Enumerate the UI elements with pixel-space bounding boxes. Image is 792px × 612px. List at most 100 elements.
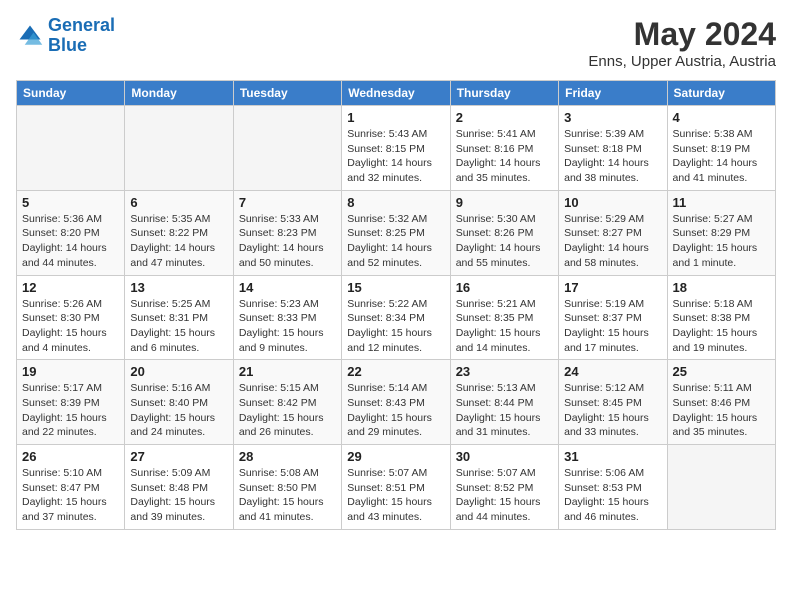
day-info: Sunrise: 5:19 AM Sunset: 8:37 PM Dayligh… <box>564 297 661 356</box>
logo-icon <box>16 22 44 50</box>
day-number: 29 <box>347 449 444 464</box>
calendar-cell: 28 Sunrise: 5:08 AM Sunset: 8:50 PM Dayli… <box>233 445 341 530</box>
calendar-cell: 29Sunrise: 5:07 AM Sunset: 8:51 PM Dayli… <box>342 445 450 530</box>
calendar-cell: 2Sunrise: 5:41 AM Sunset: 8:16 PM Daylig… <box>450 106 558 191</box>
day-info: Sunrise: 5:36 AM Sunset: 8:20 PM Dayligh… <box>22 212 119 271</box>
day-number: 10 <box>564 195 661 210</box>
calendar-cell: 6 Sunrise: 5:35 AM Sunset: 8:22 PM Daylig… <box>125 190 233 275</box>
day-number: 31 <box>564 449 661 464</box>
day-number: 13 <box>130 280 227 295</box>
day-info: Sunrise: 5:22 AM Sunset: 8:34 PM Dayligh… <box>347 297 444 356</box>
day-info: Sunrise: 5:16 AM Sunset: 8:40 PM Dayligh… <box>130 381 227 440</box>
calendar-cell: 13 Sunrise: 5:25 AM Sunset: 8:31 PM Dayli… <box>125 275 233 360</box>
day-number: 20 <box>130 364 227 379</box>
calendar-cell: 8Sunrise: 5:32 AM Sunset: 8:25 PM Daylig… <box>342 190 450 275</box>
day-info: Sunrise: 5:11 AM Sunset: 8:46 PM Dayligh… <box>673 381 770 440</box>
calendar-cell: 26 Sunrise: 5:10 AM Sunset: 8:47 PM Dayli… <box>17 445 125 530</box>
day-number: 17 <box>564 280 661 295</box>
day-info: Sunrise: 5:30 AM Sunset: 8:26 PM Dayligh… <box>456 212 553 271</box>
calendar-cell: 17 Sunrise: 5:19 AM Sunset: 8:37 PM Dayli… <box>559 275 667 360</box>
week-row-1: 1 Sunrise: 5:43 AM Sunset: 8:15 PM Daylig… <box>17 106 776 191</box>
day-number: 14 <box>239 280 336 295</box>
weekday-header-friday: Friday <box>559 81 667 106</box>
day-number: 30 <box>456 449 553 464</box>
day-number: 19 <box>22 364 119 379</box>
location: Enns, Upper Austria, Austria <box>588 53 776 70</box>
day-info: Sunrise: 5:43 AM Sunset: 8:15 PM Dayligh… <box>347 127 444 186</box>
calendar-cell: 24Sunrise: 5:12 AM Sunset: 8:45 PM Dayli… <box>559 360 667 445</box>
day-info: Sunrise: 5:26 AM Sunset: 8:30 PM Dayligh… <box>22 297 119 356</box>
day-info: Sunrise: 5:10 AM Sunset: 8:47 PM Dayligh… <box>22 466 119 525</box>
day-number: 2 <box>456 110 553 125</box>
calendar-cell: 27 Sunrise: 5:09 AM Sunset: 8:48 PM Dayli… <box>125 445 233 530</box>
calendar-cell: 20 Sunrise: 5:16 AM Sunset: 8:40 PM Dayli… <box>125 360 233 445</box>
day-info: Sunrise: 5:32 AM Sunset: 8:25 PM Dayligh… <box>347 212 444 271</box>
day-info: Sunrise: 5:18 AM Sunset: 8:38 PM Dayligh… <box>673 297 770 356</box>
day-info: Sunrise: 5:09 AM Sunset: 8:48 PM Dayligh… <box>130 466 227 525</box>
day-info: Sunrise: 5:15 AM Sunset: 8:42 PM Dayligh… <box>239 381 336 440</box>
day-number: 26 <box>22 449 119 464</box>
weekday-header-saturday: Saturday <box>667 81 775 106</box>
day-info: Sunrise: 5:21 AM Sunset: 8:35 PM Dayligh… <box>456 297 553 356</box>
day-info: Sunrise: 5:39 AM Sunset: 8:18 PM Dayligh… <box>564 127 661 186</box>
calendar-cell: 31 Sunrise: 5:06 AM Sunset: 8:53 PM Dayli… <box>559 445 667 530</box>
calendar-cell: 30Sunrise: 5:07 AM Sunset: 8:52 PM Dayli… <box>450 445 558 530</box>
calendar-cell: 18 Sunrise: 5:18 AM Sunset: 8:38 PM Dayli… <box>667 275 775 360</box>
logo-text: General Blue <box>48 16 115 56</box>
week-row-3: 12 Sunrise: 5:26 AM Sunset: 8:30 PM Dayli… <box>17 275 776 360</box>
calendar-cell: 1 Sunrise: 5:43 AM Sunset: 8:15 PM Daylig… <box>342 106 450 191</box>
page-header: General Blue May 2024 Enns, Upper Austri… <box>16 16 776 70</box>
week-row-2: 5Sunrise: 5:36 AM Sunset: 8:20 PM Daylig… <box>17 190 776 275</box>
calendar-table: SundayMondayTuesdayWednesdayThursdayFrid… <box>16 80 776 530</box>
day-number: 6 <box>130 195 227 210</box>
day-info: Sunrise: 5:29 AM Sunset: 8:27 PM Dayligh… <box>564 212 661 271</box>
day-info: Sunrise: 5:25 AM Sunset: 8:31 PM Dayligh… <box>130 297 227 356</box>
weekday-header-thursday: Thursday <box>450 81 558 106</box>
calendar-cell: 16 Sunrise: 5:21 AM Sunset: 8:35 PM Dayli… <box>450 275 558 360</box>
calendar-cell: 10 Sunrise: 5:29 AM Sunset: 8:27 PM Dayli… <box>559 190 667 275</box>
logo: General Blue <box>16 16 115 56</box>
logo-general: General <box>48 15 115 35</box>
calendar-cell: 22Sunrise: 5:14 AM Sunset: 8:43 PM Dayli… <box>342 360 450 445</box>
calendar-cell <box>233 106 341 191</box>
day-number: 25 <box>673 364 770 379</box>
day-number: 21 <box>239 364 336 379</box>
calendar-cell <box>667 445 775 530</box>
calendar-cell: 23Sunrise: 5:13 AM Sunset: 8:44 PM Dayli… <box>450 360 558 445</box>
day-info: Sunrise: 5:38 AM Sunset: 8:19 PM Dayligh… <box>673 127 770 186</box>
day-info: Sunrise: 5:23 AM Sunset: 8:33 PM Dayligh… <box>239 297 336 356</box>
day-number: 1 <box>347 110 444 125</box>
day-number: 23 <box>456 364 553 379</box>
calendar-cell: 5Sunrise: 5:36 AM Sunset: 8:20 PM Daylig… <box>17 190 125 275</box>
title-block: May 2024 Enns, Upper Austria, Austria <box>588 16 776 70</box>
calendar-cell <box>17 106 125 191</box>
month-year: May 2024 <box>588 16 776 53</box>
calendar-cell: 14 Sunrise: 5:23 AM Sunset: 8:33 PM Dayli… <box>233 275 341 360</box>
calendar-cell: 11Sunrise: 5:27 AM Sunset: 8:29 PM Dayli… <box>667 190 775 275</box>
day-info: Sunrise: 5:33 AM Sunset: 8:23 PM Dayligh… <box>239 212 336 271</box>
day-info: Sunrise: 5:06 AM Sunset: 8:53 PM Dayligh… <box>564 466 661 525</box>
calendar-cell: 4Sunrise: 5:38 AM Sunset: 8:19 PM Daylig… <box>667 106 775 191</box>
day-number: 12 <box>22 280 119 295</box>
day-number: 18 <box>673 280 770 295</box>
day-number: 7 <box>239 195 336 210</box>
calendar-cell: 15Sunrise: 5:22 AM Sunset: 8:34 PM Dayli… <box>342 275 450 360</box>
logo-blue: Blue <box>48 35 87 55</box>
day-number: 16 <box>456 280 553 295</box>
day-number: 27 <box>130 449 227 464</box>
calendar-cell: 21 Sunrise: 5:15 AM Sunset: 8:42 PM Dayli… <box>233 360 341 445</box>
day-number: 9 <box>456 195 553 210</box>
day-info: Sunrise: 5:27 AM Sunset: 8:29 PM Dayligh… <box>673 212 770 271</box>
day-info: Sunrise: 5:17 AM Sunset: 8:39 PM Dayligh… <box>22 381 119 440</box>
day-number: 3 <box>564 110 661 125</box>
week-row-5: 26 Sunrise: 5:10 AM Sunset: 8:47 PM Dayli… <box>17 445 776 530</box>
weekday-header-wednesday: Wednesday <box>342 81 450 106</box>
week-row-4: 19 Sunrise: 5:17 AM Sunset: 8:39 PM Dayli… <box>17 360 776 445</box>
day-number: 28 <box>239 449 336 464</box>
day-info: Sunrise: 5:35 AM Sunset: 8:22 PM Dayligh… <box>130 212 227 271</box>
calendar-cell: 7 Sunrise: 5:33 AM Sunset: 8:23 PM Daylig… <box>233 190 341 275</box>
day-number: 22 <box>347 364 444 379</box>
weekday-header-row: SundayMondayTuesdayWednesdayThursdayFrid… <box>17 81 776 106</box>
day-info: Sunrise: 5:08 AM Sunset: 8:50 PM Dayligh… <box>239 466 336 525</box>
weekday-header-tuesday: Tuesday <box>233 81 341 106</box>
